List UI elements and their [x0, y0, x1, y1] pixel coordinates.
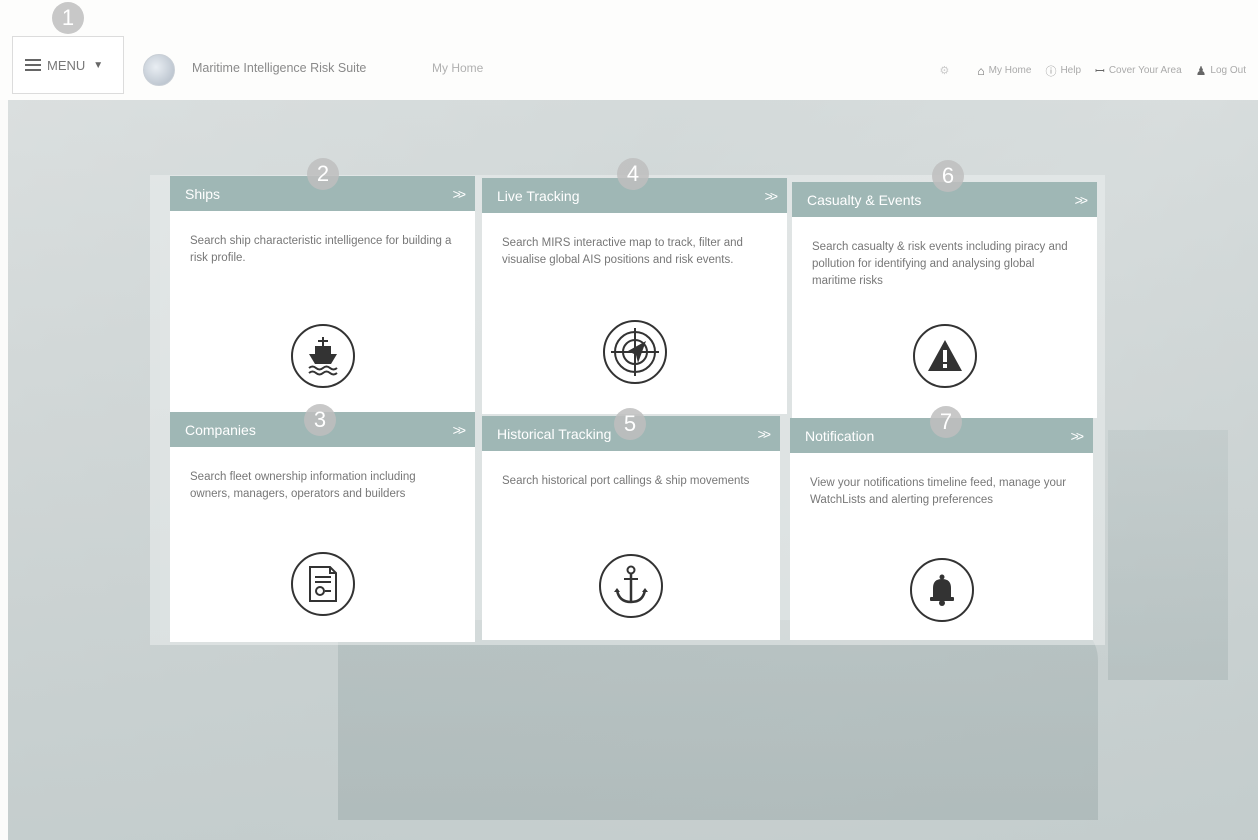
companies-tile-title: Companies	[185, 421, 256, 438]
my-home-label: My Home	[988, 65, 1032, 76]
breadcrumb: My Home	[432, 61, 484, 75]
hamburger-icon	[25, 59, 41, 71]
historical-tracking-tile-title: Historical Tracking	[497, 425, 612, 442]
live-tracking-tile[interactable]: Live Tracking >> Search MIRS interactive…	[482, 178, 787, 414]
chevron-down-icon: ▼	[93, 59, 104, 71]
bell-icon[interactable]	[909, 558, 974, 622]
chevron-right-icon: >>	[1070, 427, 1084, 444]
certificate-icon[interactable]	[290, 552, 355, 616]
ships-tile[interactable]: Ships >> Search ship characteristic inte…	[170, 176, 475, 412]
radar-icon[interactable]	[602, 320, 667, 384]
help-link[interactable]: ⓘ Help	[1045, 63, 1081, 79]
chevron-right-icon: >>	[764, 187, 778, 204]
menu-label: MENU	[47, 57, 86, 73]
anchor-icon[interactable]	[599, 554, 663, 618]
notification-tile[interactable]: Notification >> View your notifications …	[790, 418, 1093, 640]
companies-tile-description: Search fleet ownership information inclu…	[190, 471, 416, 500]
ships-tile-description: Search ship characteristic intelligence …	[190, 235, 452, 264]
chevron-right-icon: >>	[1074, 191, 1088, 208]
step-badge-6: 6	[932, 160, 964, 192]
warning-icon[interactable]	[912, 324, 977, 388]
historical-tracking-tile[interactable]: Historical Tracking >> Search historical…	[482, 416, 780, 640]
step-badge-7: 7	[930, 406, 962, 438]
ship-icon[interactable]	[290, 324, 355, 388]
step-badge-5: 5	[614, 408, 646, 440]
live-tracking-tile-description: Search MIRS interactive map to track, fi…	[502, 237, 743, 266]
help-label: Help	[1060, 65, 1082, 76]
chevron-right-icon: >>	[452, 421, 466, 438]
step-badge-1: 1	[52, 2, 84, 34]
casualty-events-tile-description: Search casualty & risk events including …	[812, 241, 1068, 287]
ships-tile-title: Ships	[185, 185, 221, 202]
companies-tile[interactable]: Companies >> Search fleet ownership info…	[170, 412, 475, 642]
notification-tile-title: Notification	[805, 427, 875, 444]
step-badge-4: 4	[617, 158, 649, 190]
live-tracking-tile-title: Live Tracking	[497, 187, 580, 204]
app-logo[interactable]	[143, 54, 175, 86]
signal-icon: ꟷ	[1095, 64, 1105, 78]
help-icon: ⓘ	[1045, 65, 1057, 78]
cover-your-area-link[interactable]: ꟷ Cover Your Area	[1095, 62, 1182, 79]
historical-tracking-tile-description: Search historical port callings & ship m…	[502, 475, 750, 487]
menu-button[interactable]: MENU ▼	[12, 36, 124, 94]
cover-your-area-label: Cover Your Area	[1108, 65, 1182, 76]
log-out-link[interactable]: ♟ Log Out	[1196, 64, 1246, 78]
app-title[interactable]: Maritime Intelligence Risk Suite	[192, 61, 366, 75]
home-icon: ⌂	[977, 63, 985, 78]
casualty-events-tile[interactable]: Casualty & Events >> Search casualty & r…	[792, 182, 1097, 418]
top-bar: MENU ▼ Maritime Intelligence Risk Suite …	[0, 0, 1258, 100]
log-out-label: Log Out	[1210, 65, 1246, 76]
step-badge-2: 2	[307, 158, 339, 190]
notification-tile-description: View your notifications timeline feed, m…	[810, 477, 1067, 506]
my-home-link[interactable]: ⌂ My Home	[977, 64, 1031, 78]
settings-icon[interactable]: ⚙	[940, 64, 950, 77]
casualty-events-tile-title: Casualty & Events	[807, 191, 922, 208]
chevron-right-icon: >>	[757, 425, 771, 442]
top-links: ⚙ ⌂ My Home ⓘ Help ꟷ Cover Your Area ♟ L…	[940, 62, 1246, 79]
ship-hull-image	[338, 620, 1098, 820]
step-badge-3: 3	[304, 404, 336, 436]
chevron-right-icon: >>	[452, 185, 466, 202]
ship-superstructure-image	[1108, 430, 1228, 680]
user-icon: ♟	[1195, 63, 1207, 78]
